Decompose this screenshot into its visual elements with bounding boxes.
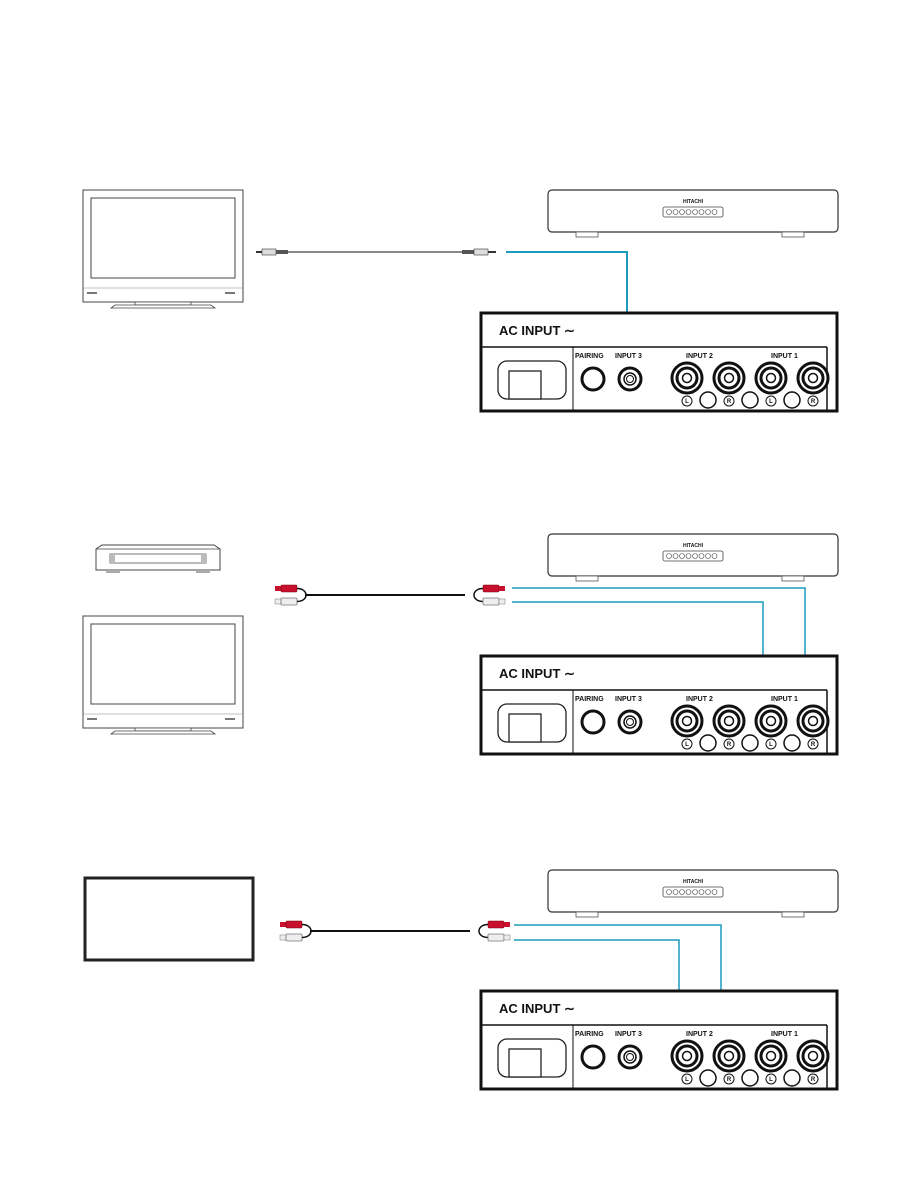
rca-cable: [279, 920, 511, 942]
pairing-label: PAIRING: [575, 353, 604, 360]
jack-label: R: [811, 1077, 816, 1083]
diagram-1: AC INPUT ∼ PAIRING INPUT 3 INPUT 2 INPUT…: [82, 189, 839, 413]
input3-label: INPUT 3: [615, 353, 642, 360]
input2-label: INPUT 2: [686, 696, 713, 703]
ac-input-label: AC INPUT ∼: [499, 323, 575, 338]
jack-label: L: [685, 1077, 689, 1083]
input3-label: INPUT 3: [615, 1031, 642, 1038]
jack-label: R: [727, 742, 732, 748]
jack-label: L: [685, 742, 689, 748]
rear-panel: AC INPUT ∼ PAIRING INPUT 3 INPUT 2 INPUT…: [479, 311, 839, 413]
input2-label: INPUT 2: [686, 1031, 713, 1038]
rca-cable: [274, 584, 506, 606]
jack-label: L: [769, 1077, 773, 1083]
pairing-label: PAIRING: [575, 696, 604, 703]
tv-illustration: [82, 615, 244, 735]
diagram-3: AC INPUT ∼ PAIRING INPUT 3 INPUT 2 INPUT…: [83, 869, 839, 1091]
jack-label: L: [685, 399, 689, 405]
jack-label: R: [727, 1077, 732, 1083]
jack-label: R: [811, 742, 816, 748]
mini-plug-cable: [256, 248, 496, 256]
diagram-2: AC INPUT ∼ PAIRING INPUT 3 INPUT 2 INPUT…: [82, 533, 839, 756]
ac-input-label: AC INPUT ∼: [499, 1001, 575, 1016]
ac-input-label: AC INPUT ∼: [499, 666, 575, 681]
player-illustration: [95, 544, 221, 573]
speaker-bar-illustration: [547, 869, 839, 918]
speaker-bar-illustration: [547, 533, 839, 582]
pairing-label: PAIRING: [575, 1031, 604, 1038]
rear-panel: AC INPUT ∼ PAIRING INPUT 3 INPUT 2 INPUT…: [479, 654, 839, 756]
connection-diagram-page: HITACHI AC INPUT ∼ PAIRING INPUT 3 INPUT…: [78, 89, 840, 1091]
jack-label: L: [769, 399, 773, 405]
rear-panel: AC INPUT ∼ PAIRING INPUT 3 INPUT 2 INPUT…: [479, 989, 839, 1091]
jack-label: R: [811, 399, 816, 405]
input1-label: INPUT 1: [771, 1031, 798, 1038]
speaker-bar-illustration: [547, 189, 839, 238]
jack-label: L: [769, 742, 773, 748]
tv-illustration: [82, 189, 244, 309]
external-device-box: [83, 876, 255, 962]
jack-label: R: [727, 399, 732, 405]
input3-label: INPUT 3: [615, 696, 642, 703]
input1-label: INPUT 1: [771, 696, 798, 703]
input1-label: INPUT 1: [771, 353, 798, 360]
input2-label: INPUT 2: [686, 353, 713, 360]
